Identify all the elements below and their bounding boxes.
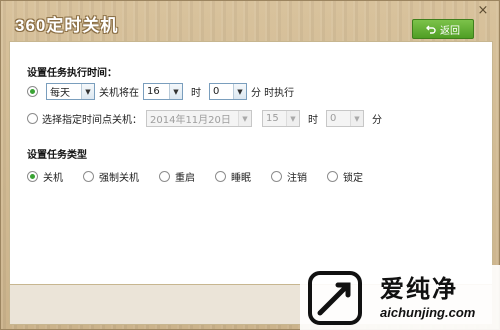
task-type-label: 重启 [175,173,195,184]
daily-minute-select[interactable]: 0 ▼ [209,83,247,100]
task-type-logoff[interactable]: 注销 [271,169,307,184]
chevron-down-icon: ▼ [286,111,299,126]
task-type-force-shutdown[interactable]: 强制关机 [83,169,139,184]
back-arrow-icon [426,25,436,34]
specific-option-row: 选择指定时间点关机： 2014年11月20日 ▼ 15 ▼ 时 0 ▼ 分 [27,110,382,127]
daily-hour-select[interactable]: 16 ▼ [143,83,183,100]
specific-hour-value: 15 [266,113,279,124]
specific-hour-select[interactable]: 15 ▼ [262,110,300,127]
chevron-down-icon: ▼ [238,111,251,126]
daily-hour-unit: 时 [191,88,201,99]
daily-radio[interactable] [27,86,38,97]
date-picker[interactable]: 2014年11月20日 ▼ [146,110,252,127]
specific-time-label: 选择指定时间点关机： [42,115,142,126]
frequency-value: 每天 [50,88,70,99]
daily-text-before: 关机将在 [99,88,139,99]
watermark-title: 爱纯净 [380,275,458,303]
chevron-down-icon: ▼ [350,111,363,126]
watermark-logo-icon [308,271,362,325]
task-type-radio[interactable] [83,171,94,182]
specific-hour-unit: 时 [308,115,318,126]
daily-option-row: 每天 ▼ 关机将在 16 ▼ 时 0 ▼ 分 时执行 [27,83,294,100]
daily-minute-value: 0 [213,86,220,97]
task-type-options: 关机 强制关机 重启 睡眠 注销 锁定 [27,169,383,184]
chevron-down-icon: ▼ [233,84,246,99]
chevron-down-icon: ▼ [169,84,182,99]
task-type-radio[interactable] [327,171,338,182]
task-type-label: 关机 [43,173,63,184]
task-type-radio[interactable] [215,171,226,182]
back-button[interactable]: 返回 [412,19,474,39]
task-type-radio[interactable] [27,171,38,182]
specific-time-radio[interactable] [27,113,38,124]
frequency-select[interactable]: 每天 ▼ [46,83,95,100]
chevron-down-icon: ▼ [81,84,94,99]
specific-minute-select[interactable]: 0 ▼ [326,110,364,127]
task-type-sleep[interactable]: 睡眠 [215,169,251,184]
date-value: 2014年11月20日 [150,115,231,126]
task-type-lock[interactable]: 锁定 [327,169,363,184]
task-type-shutdown[interactable]: 关机 [27,169,63,184]
watermark-url: aichunjing.com [380,305,476,320]
task-type-label: 强制关机 [99,173,139,184]
task-type-label: 注销 [287,173,307,184]
task-type-section-title: 设置任务类型 [27,150,87,161]
task-type-radio[interactable] [271,171,282,182]
close-button[interactable]: × [476,4,490,18]
daily-hour-value: 16 [147,86,160,97]
task-type-restart[interactable]: 重启 [159,169,195,184]
daily-text-after: 分 时执行 [251,88,295,99]
task-type-label: 锁定 [343,173,363,184]
window-title: 360定时关机 [15,16,119,35]
task-type-label: 睡眠 [231,173,251,184]
specific-minute-value: 0 [330,113,337,124]
watermark: 爱纯净 aichunjing.com [300,265,500,330]
specific-minute-unit: 分 [372,115,382,126]
schedule-section-title: 设置任务执行时间： [27,68,117,79]
task-type-radio[interactable] [159,171,170,182]
main-panel: 设置任务执行时间： 每天 ▼ 关机将在 16 ▼ 时 0 ▼ 分 时执行 选择指… [9,41,493,285]
back-button-label: 返回 [440,25,460,37]
